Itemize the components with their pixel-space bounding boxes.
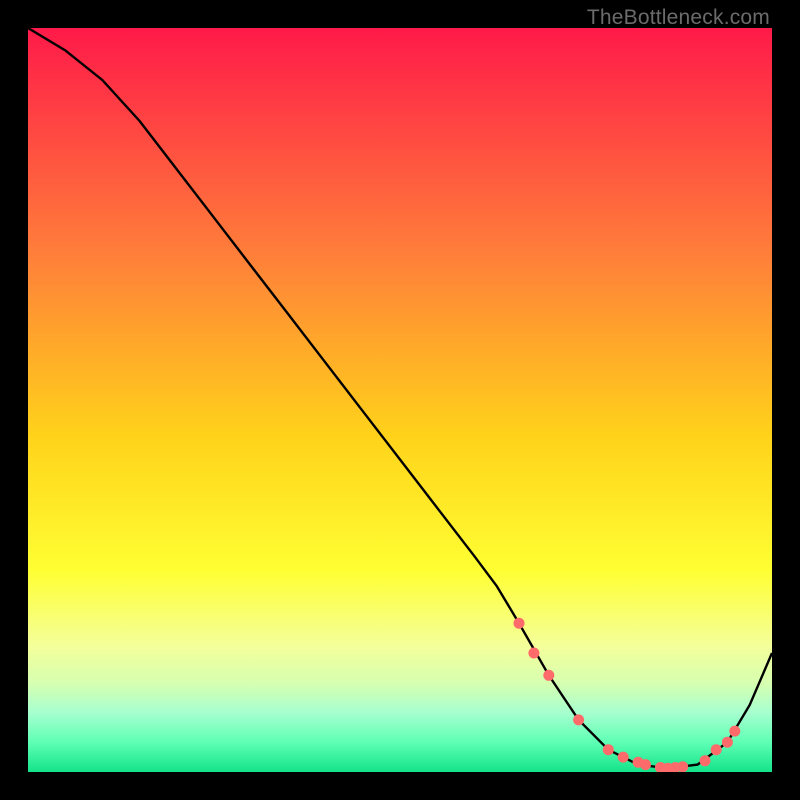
- curve-dot: [729, 726, 740, 737]
- curve-dot: [514, 618, 525, 629]
- curve-dot: [722, 737, 733, 748]
- bottleneck-chart: [28, 28, 772, 772]
- curve-dot: [640, 759, 651, 770]
- curve-dot: [700, 755, 711, 766]
- curve-dot: [677, 761, 688, 772]
- heat-background: [28, 28, 772, 772]
- curve-dot: [543, 670, 554, 681]
- curve-dot: [618, 752, 629, 763]
- watermark-text: TheBottleneck.com: [587, 6, 770, 30]
- curve-dot: [528, 648, 539, 659]
- curve-dot: [711, 744, 722, 755]
- curve-dot: [573, 714, 584, 725]
- curve-dot: [603, 744, 614, 755]
- plot-frame: [28, 28, 772, 772]
